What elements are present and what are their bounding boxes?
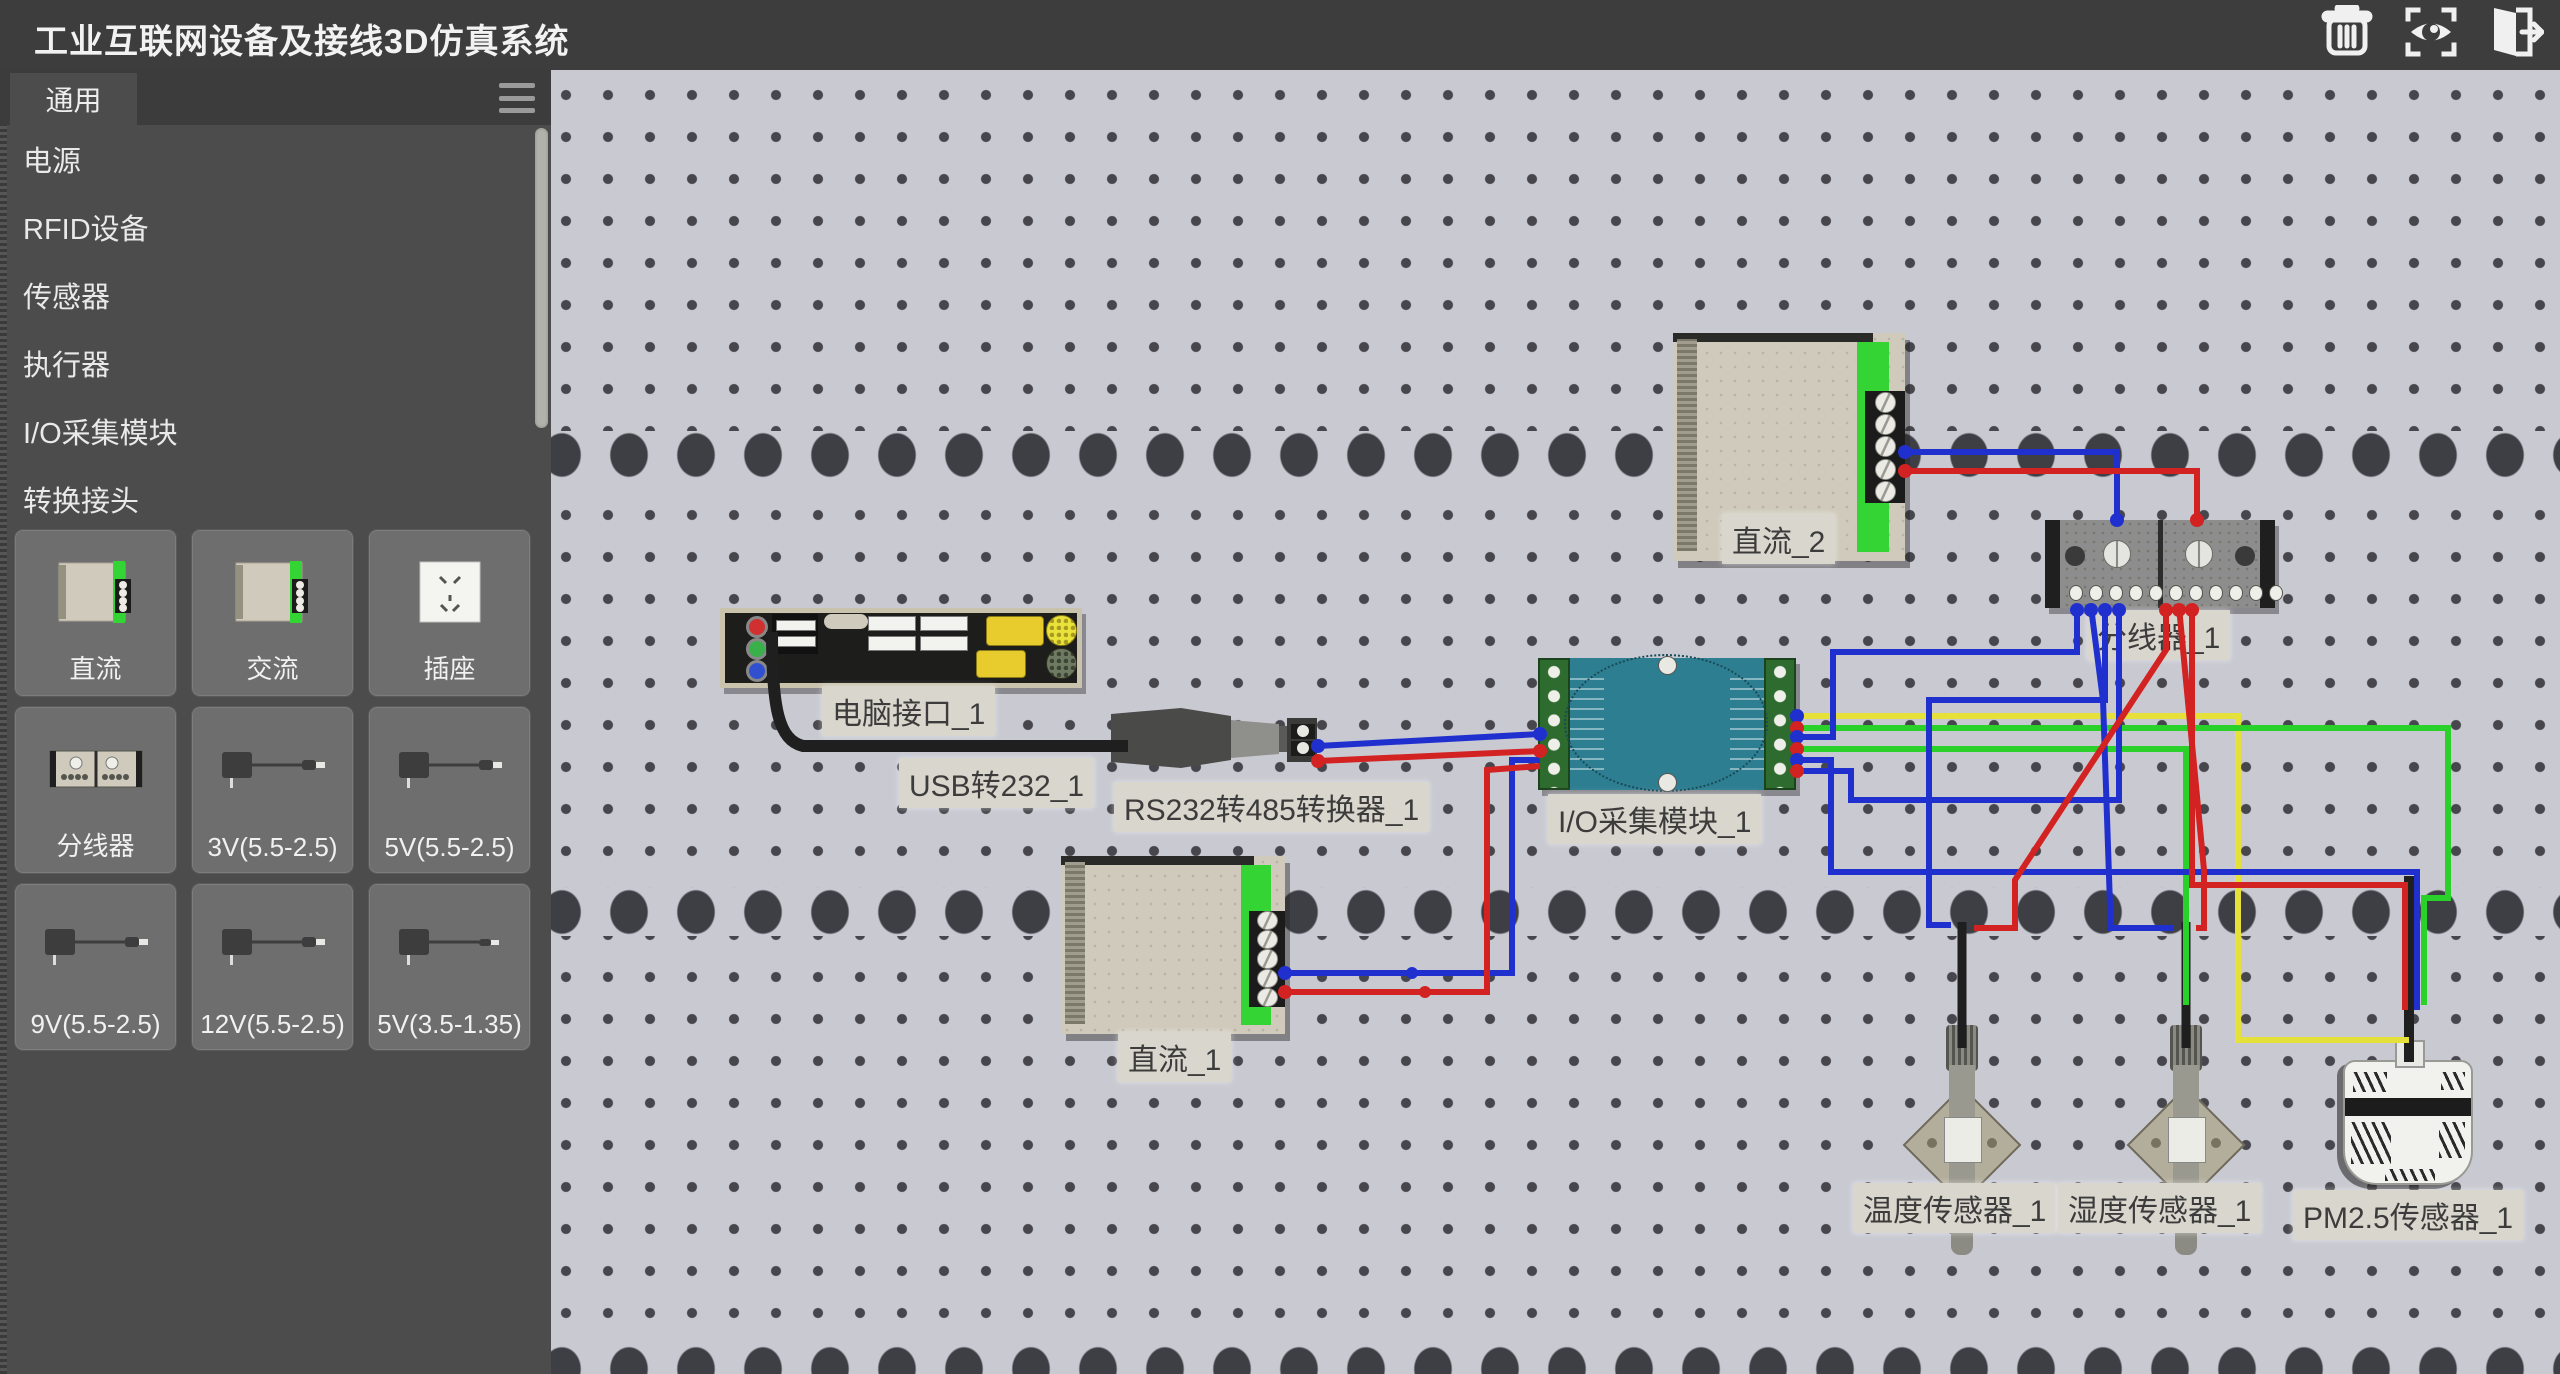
device-label: RS232转485转换器_1 [1114,782,1429,832]
device-label: 直流_2 [1722,514,1835,564]
device-dc-1[interactable] [1061,856,1285,1034]
simulation-app: 工业互联网设备及接线3D仿真系统 [0,0,2560,1374]
device-label: 温度传感器_1 [1853,1183,2056,1233]
category-item-sensor[interactable]: 传感器 [0,261,551,329]
power-adapter-icon [369,898,530,994]
device-label: PM2.5传感器_1 [2293,1190,2523,1240]
toolbar [2318,5,2544,63]
device-splitter-1[interactable] [2045,520,2275,608]
palette-item-label: 12V(5.5-2.5) [192,1009,353,1040]
device-palette: 直流 交流 [14,529,538,1051]
title-bar: 工业互联网设备及接线3D仿真系统 [0,0,2560,70]
dc-power-supply-icon [15,544,176,640]
device-label: I/O采集模块_1 [1548,794,1761,844]
tab-general[interactable]: 通用 [10,73,137,125]
category-list: 电源 RFID设备 传感器 执行器 I/O采集模块 转换接头 [0,125,551,533]
pegboard-hole-band [551,1345,2560,1374]
palette-item-label: 3V(5.5-2.5) [192,832,353,863]
palette-item-3v[interactable]: 3V(5.5-2.5) [191,706,354,874]
component-sidebar: 通用 电源 RFID设备 传感器 执行器 I/O采集模块 转换接头 [0,70,551,1374]
palette-item-12v[interactable]: 12V(5.5-2.5) [191,883,354,1051]
delete-button[interactable] [2318,5,2376,63]
palette-item-label: 交流 [192,649,353,686]
pegboard-hole-band [551,431,2560,479]
palette-item-label: 直流 [15,649,176,686]
exit-button[interactable] [2486,5,2544,63]
device-io-module-1[interactable] [1538,658,1796,790]
sidebar-tab-row: 通用 [0,70,551,125]
palette-item-label: 分线器 [15,826,176,863]
power-adapter-icon [192,898,353,994]
category-item-actuator[interactable]: 执行器 [0,329,551,397]
app-title: 工业互联网设备及接线3D仿真系统 [34,14,569,63]
palette-item-label: 5V(3.5-1.35) [369,1009,530,1040]
palette-item-label: 9V(5.5-2.5) [15,1009,176,1040]
palette-item-ac[interactable]: 交流 [191,529,354,697]
palette-item-5v[interactable]: 5V(5.5-2.5) [368,706,531,874]
eye-scan-icon [2404,5,2458,64]
device-label: USB转232_1 [899,758,1094,808]
palette-item-9v[interactable]: 9V(5.5-2.5) [14,883,177,1051]
power-adapter-icon [369,721,530,817]
device-label: 电脑接口_1 [822,686,995,736]
device-label: 直流_1 [1118,1032,1231,1082]
category-item-power[interactable]: 电源 [0,125,551,193]
palette-item-splitter[interactable]: 分线器 [14,706,177,874]
palette-item-label: 插座 [369,649,530,686]
sidebar-scrollbar[interactable] [535,128,548,428]
device-usb-rs232-1[interactable] [1111,708,1321,768]
hamburger-menu-icon[interactable] [499,83,535,113]
palette-item-socket[interactable]: 插座 [368,529,531,697]
device-label: 湿度传感器_1 [2058,1183,2261,1233]
device-label: 分线器_1 [2087,610,2230,660]
power-adapter-icon [15,898,176,994]
ac-power-supply-icon [192,544,353,640]
trash-icon [2321,5,2373,64]
device-pm25-sensor-1[interactable] [2343,1060,2473,1185]
palette-item-label: 5V(5.5-2.5) [369,832,530,863]
category-item-converter[interactable]: 转换接头 [0,465,551,533]
palette-item-dc[interactable]: 直流 [14,529,177,697]
device-pc-interface-1[interactable] [720,608,1082,688]
palette-item-5v-small[interactable]: 5V(3.5-1.35) [368,883,531,1051]
power-adapter-icon [192,721,353,817]
category-item-rfid[interactable]: RFID设备 [0,193,551,261]
focus-view-button[interactable] [2402,5,2460,63]
splitter-icon [15,721,176,817]
wall-socket-icon [369,544,530,640]
wiring-canvas[interactable]: 直流_2 分线器_1 [551,70,2560,1374]
category-item-io-module[interactable]: I/O采集模块 [0,397,551,465]
pegboard-hole-band [551,888,2560,936]
exit-door-icon [2486,4,2544,65]
